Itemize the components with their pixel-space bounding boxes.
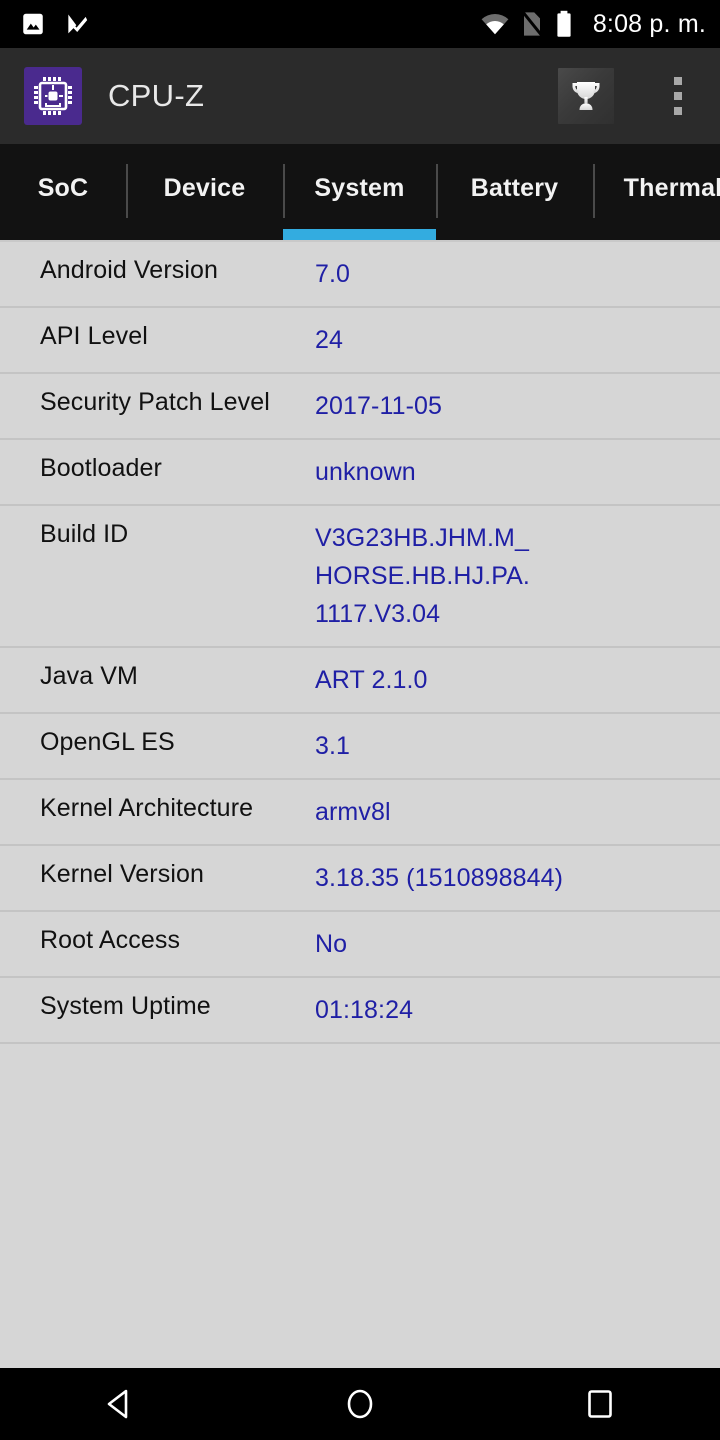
row-value: 3.1 bbox=[315, 732, 351, 760]
recents-square-icon bbox=[588, 1390, 612, 1418]
row-value: 24 bbox=[315, 326, 344, 354]
home-button[interactable] bbox=[300, 1368, 420, 1440]
table-row[interactable]: Java VM ART 2.1.0 bbox=[0, 648, 720, 714]
table-row[interactable]: Kernel Architecture armv8l bbox=[0, 780, 720, 846]
recents-button[interactable] bbox=[540, 1368, 660, 1440]
row-value: 7.0 bbox=[315, 260, 351, 288]
table-row[interactable]: API Level 24 bbox=[0, 308, 720, 374]
back-triangle-icon bbox=[107, 1389, 128, 1419]
sim-card-off-icon bbox=[520, 10, 544, 38]
row-key: Root Access bbox=[40, 926, 181, 954]
table-row[interactable]: Android Version 7.0 bbox=[0, 240, 720, 308]
tab-label: SoC bbox=[37, 174, 89, 202]
row-value: No bbox=[315, 930, 348, 958]
tab-thermal[interactable]: Thermal bbox=[593, 144, 720, 240]
row-key: Build ID bbox=[40, 520, 129, 548]
overflow-dot bbox=[674, 107, 682, 115]
status-bar-clock: 8:08 p. m. bbox=[592, 9, 706, 38]
tab-label: Device bbox=[163, 174, 246, 202]
tab-bar[interactable]: SoC Device System Battery Thermal bbox=[0, 144, 720, 240]
more-options-button[interactable] bbox=[660, 68, 696, 124]
status-bar: 8:08 p. m. bbox=[0, 0, 720, 48]
tab-label: Thermal bbox=[623, 174, 720, 202]
row-key: API Level bbox=[40, 322, 148, 350]
tab-battery[interactable]: Battery bbox=[436, 144, 593, 240]
row-key: Kernel Version bbox=[40, 860, 204, 888]
row-key: Security Patch Level bbox=[40, 388, 270, 416]
table-row[interactable]: Security Patch Level 2017-11-05 bbox=[0, 374, 720, 440]
status-bar-notification-icons bbox=[20, 11, 90, 37]
wifi-icon bbox=[481, 12, 509, 36]
tab-device[interactable]: Device bbox=[126, 144, 283, 240]
trophy-icon bbox=[572, 82, 600, 110]
row-value: 3.18.35 (1510898844) bbox=[315, 864, 564, 892]
system-info-list[interactable]: Android Version 7.0 API Level 24 Securit… bbox=[0, 240, 720, 1368]
table-row[interactable]: OpenGL ES 3.1 bbox=[0, 714, 720, 780]
row-key: Java VM bbox=[40, 662, 138, 690]
table-row[interactable]: Root Access No bbox=[0, 912, 720, 978]
page-title: CPU-Z bbox=[108, 78, 205, 113]
app-bar: CPU-Z bbox=[0, 48, 720, 144]
status-bar-system-icons: 8:08 p. m. bbox=[481, 10, 706, 39]
battery-full-icon bbox=[555, 10, 573, 38]
table-row[interactable]: System Uptime 01:18:24 bbox=[0, 978, 720, 1044]
tab-label: System bbox=[314, 174, 405, 202]
row-value: armv8l bbox=[315, 798, 391, 826]
cpu-z-logo bbox=[24, 67, 82, 125]
table-row[interactable]: Kernel Version 3.18.35 (1510898844) bbox=[0, 846, 720, 912]
navigation-bar[interactable] bbox=[0, 1368, 720, 1440]
row-value: 2017-11-05 bbox=[315, 392, 443, 420]
table-row[interactable]: Bootloader unknown bbox=[0, 440, 720, 506]
home-circle-icon bbox=[347, 1389, 373, 1419]
app-bar-actions bbox=[558, 68, 706, 124]
row-value: unknown bbox=[315, 458, 416, 486]
row-key: OpenGL ES bbox=[40, 728, 175, 756]
row-key: Kernel Architecture bbox=[40, 794, 254, 822]
checkmark-task-icon bbox=[64, 11, 90, 37]
tab-indicator bbox=[283, 229, 436, 240]
overflow-dot bbox=[674, 92, 682, 100]
photo-icon bbox=[20, 11, 46, 37]
android-screen: 8:08 p. m. CPU-Z SoC Device System Batte… bbox=[0, 0, 720, 1440]
tab-system[interactable]: System bbox=[283, 144, 436, 240]
tab-label: Battery bbox=[470, 174, 559, 202]
row-value: ART 2.1.0 bbox=[315, 666, 428, 694]
overflow-dot bbox=[674, 77, 682, 85]
trophy-button[interactable] bbox=[558, 68, 614, 124]
row-key: Bootloader bbox=[40, 454, 162, 482]
row-key: Android Version bbox=[40, 256, 219, 284]
row-key: System Uptime bbox=[40, 992, 211, 1020]
row-value: 01:18:24 bbox=[315, 996, 414, 1024]
table-row[interactable]: Build ID V3G23HB.JHM.M_ HORSE.HB.HJ.PA. … bbox=[0, 506, 720, 648]
row-value: V3G23HB.JHM.M_ HORSE.HB.HJ.PA. 1117.V3.0… bbox=[315, 524, 530, 628]
back-button[interactable] bbox=[60, 1368, 180, 1440]
tab-soc[interactable]: SoC bbox=[0, 144, 126, 240]
